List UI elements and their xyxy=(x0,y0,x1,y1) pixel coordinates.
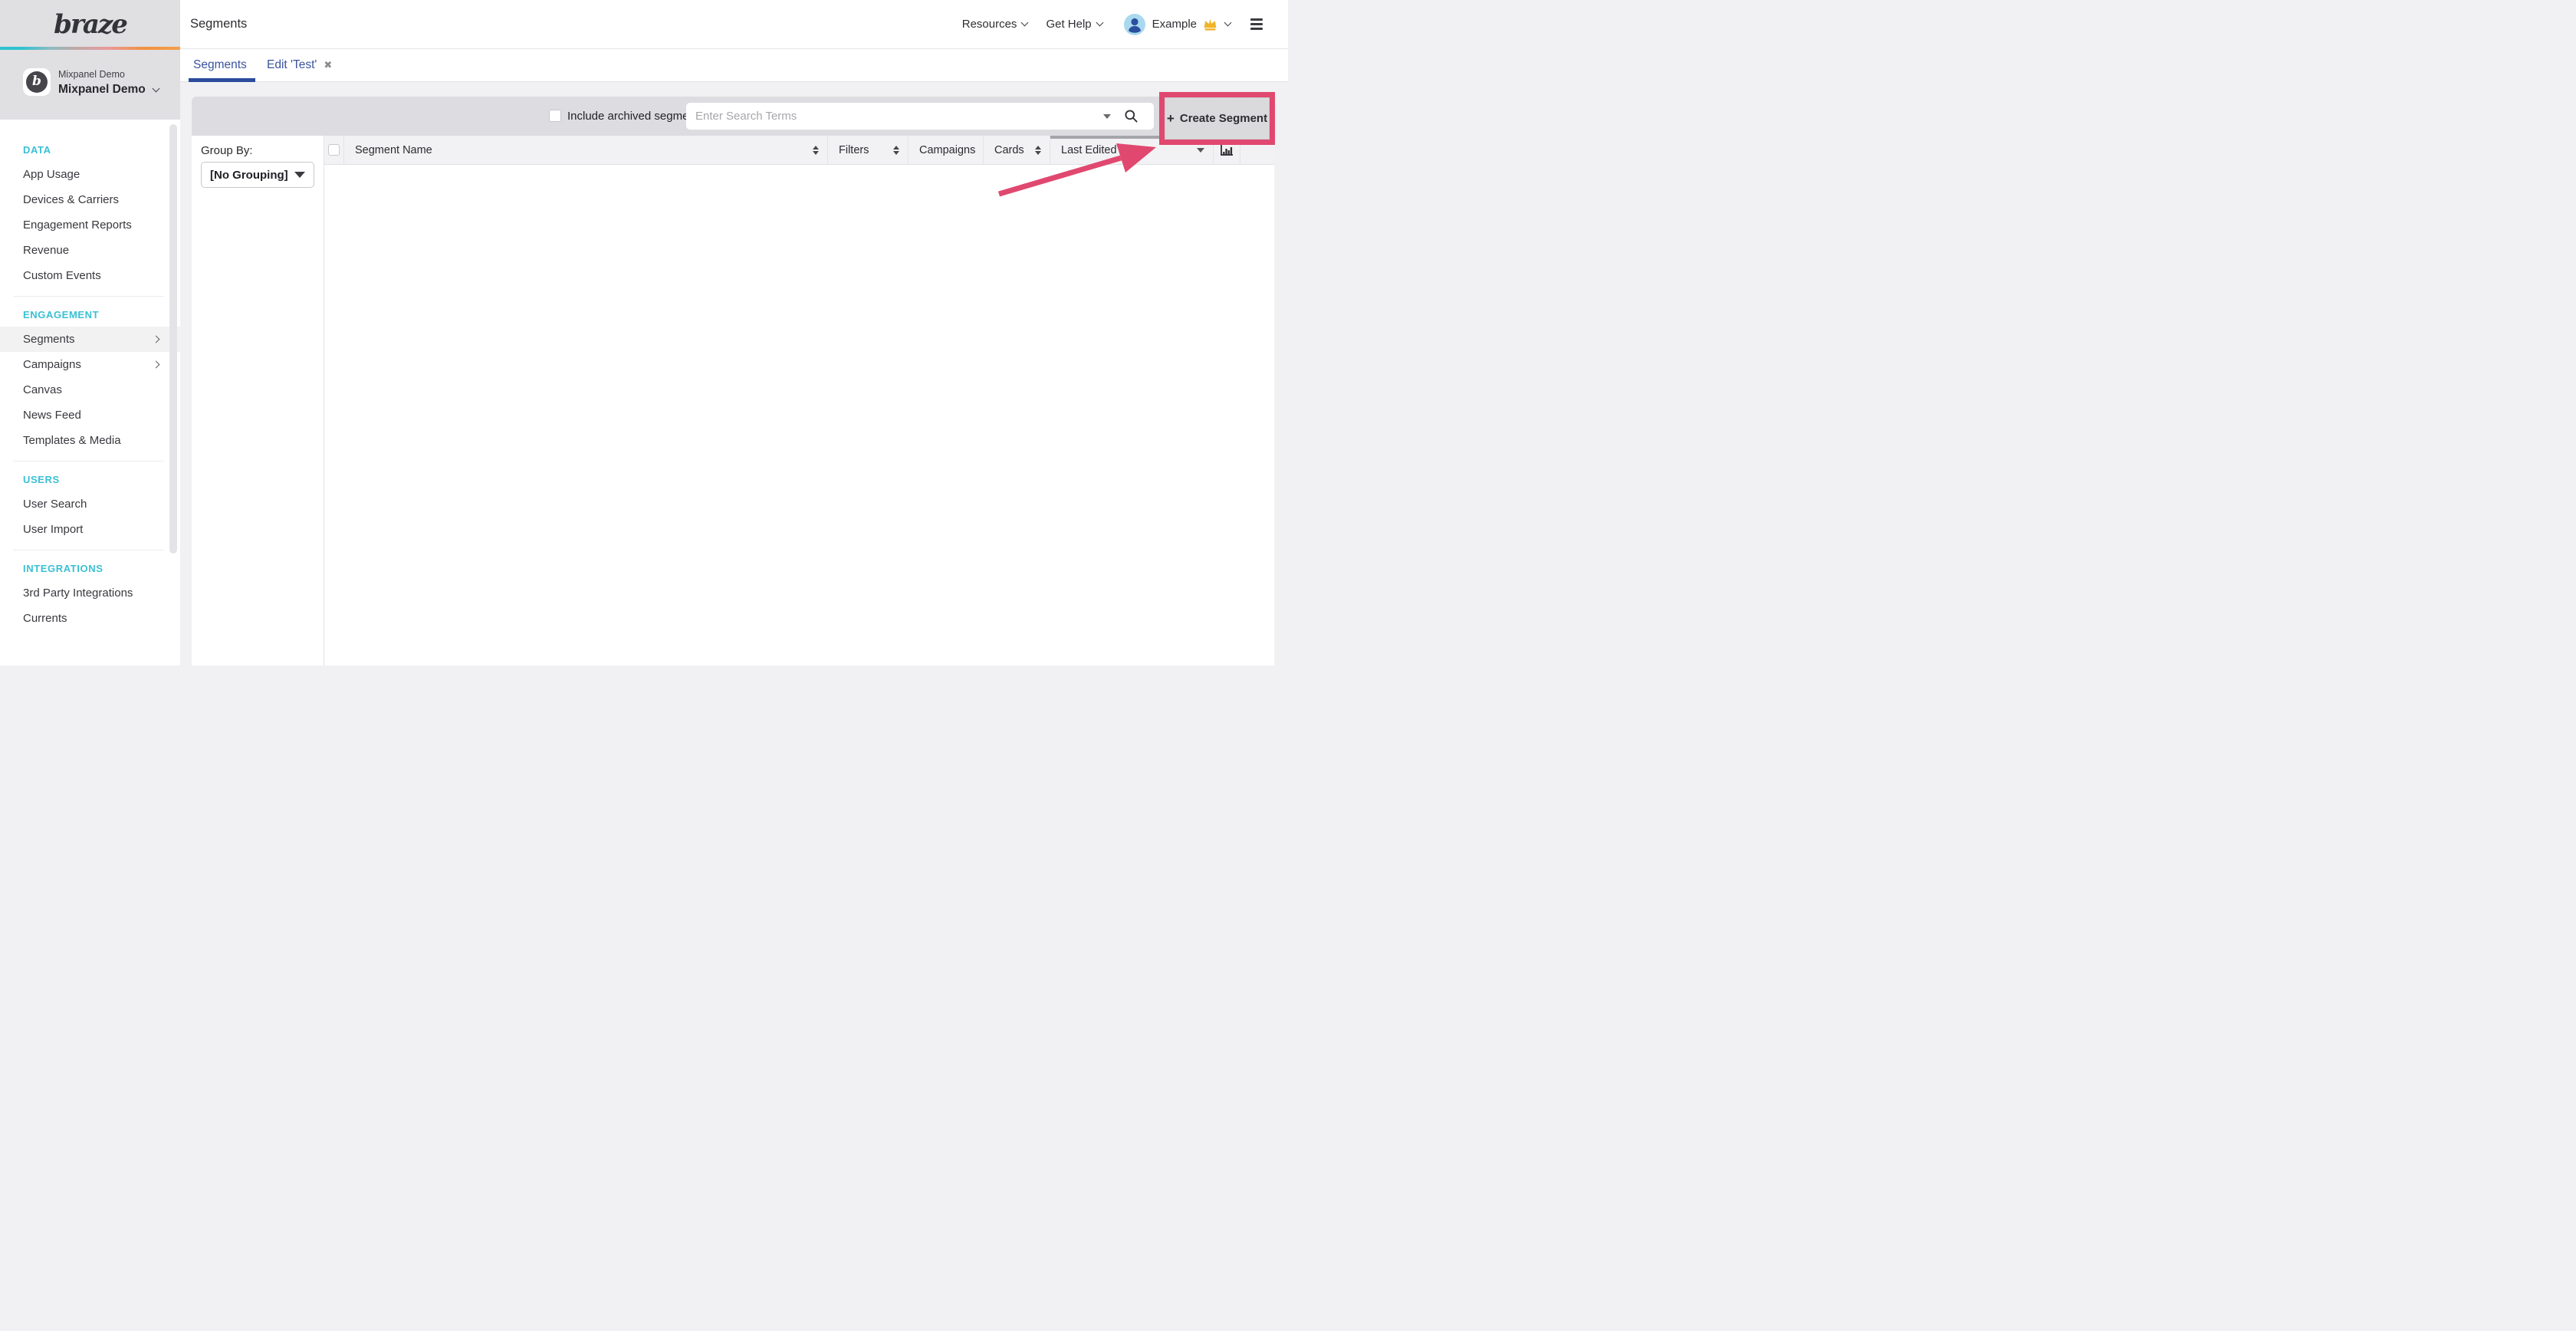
sidebar-item-user-import[interactable]: User Import xyxy=(0,517,180,542)
chevron-right-icon xyxy=(153,336,160,343)
select-all-cell xyxy=(324,136,344,164)
search-dropdown-caret-icon[interactable] xyxy=(1103,114,1111,119)
sidebar-item-app-usage[interactable]: App Usage xyxy=(0,162,180,187)
close-icon[interactable]: ✖ xyxy=(324,59,332,71)
group-by-select[interactable]: [No Grouping] xyxy=(201,162,314,188)
workspace-group-label: Mixpanel Demo xyxy=(58,69,125,80)
search-icon[interactable] xyxy=(1124,109,1138,123)
segments-content: Include archived segments Group By: [No … xyxy=(192,97,1274,666)
braze-dashboard: braze b Mixpanel Demo Mixpanel Demo DATA… xyxy=(0,0,1288,666)
chevron-down-icon xyxy=(1096,19,1103,27)
sidebar-item-3rd-party-integrations[interactable]: 3rd Party Integrations xyxy=(0,580,180,606)
resources-menu[interactable]: Resources xyxy=(962,18,1028,31)
workspace-monogram-icon: b xyxy=(26,71,48,93)
sort-icon[interactable] xyxy=(813,146,819,155)
sort-icon[interactable] xyxy=(1035,146,1041,155)
section-title-data: DATA xyxy=(23,144,180,156)
sidebar: braze b Mixpanel Demo Mixpanel Demo DATA… xyxy=(0,0,180,666)
sidebar-item-campaigns[interactable]: Campaigns xyxy=(0,352,180,377)
tab-segments[interactable]: Segments xyxy=(193,49,247,81)
chevron-down-icon[interactable] xyxy=(1224,19,1232,27)
segments-table-header: Segment Name Filters Campaigns Cards Las… xyxy=(324,136,1274,165)
sidebar-item-user-search[interactable]: User Search xyxy=(0,491,180,517)
sort-icon[interactable] xyxy=(893,146,899,155)
sidebar-scrollbar[interactable] xyxy=(169,124,177,554)
search-input[interactable] xyxy=(686,103,1085,130)
segments-toolbar: Include archived segments xyxy=(192,97,1274,136)
braze-logo: braze xyxy=(0,0,180,40)
caret-down-icon xyxy=(294,172,305,178)
app-header: Segments Resources Get Help Example xyxy=(180,0,1288,49)
sidebar-item-currents[interactable]: Currents xyxy=(0,606,180,631)
workspace-name: Mixpanel Demo xyxy=(58,83,146,97)
column-cards[interactable]: Cards xyxy=(984,136,1050,164)
caret-down-icon[interactable] xyxy=(1197,148,1204,153)
sidebar-divider xyxy=(13,461,163,462)
crown-icon xyxy=(1203,18,1217,31)
annotation-highlight-box: + Create Segment xyxy=(1159,92,1275,145)
column-campaigns[interactable]: Campaigns xyxy=(909,136,984,164)
plus-icon: + xyxy=(1167,112,1175,125)
section-title-integrations: INTEGRATIONS xyxy=(23,563,180,574)
active-tab-underline xyxy=(189,78,255,82)
bar-chart-icon xyxy=(1219,143,1234,157)
user-name: Example xyxy=(1152,18,1197,31)
search-box xyxy=(686,103,1154,130)
sidebar-item-engagement-reports[interactable]: Engagement Reports xyxy=(0,212,180,238)
select-all-checkbox[interactable] xyxy=(328,144,340,156)
include-archived-checkbox[interactable] xyxy=(549,110,561,122)
get-help-menu[interactable]: Get Help xyxy=(1046,18,1102,31)
column-filters[interactable]: Filters xyxy=(828,136,909,164)
column-segment-name[interactable]: Segment Name xyxy=(344,136,828,164)
workspace-icon: b xyxy=(23,68,51,96)
chevron-down-icon xyxy=(152,84,159,92)
group-by-panel: Group By: [No Grouping] xyxy=(192,136,324,666)
sidebar-item-devices-carriers[interactable]: Devices & Carriers xyxy=(0,187,180,212)
sidebar-item-custom-events[interactable]: Custom Events xyxy=(0,263,180,288)
chevron-right-icon xyxy=(153,361,160,369)
sidebar-item-segments[interactable]: Segments xyxy=(0,327,180,352)
section-title-users: USERS xyxy=(23,474,180,485)
hamburger-menu-icon[interactable] xyxy=(1250,18,1263,30)
sidebar-item-news-feed[interactable]: News Feed xyxy=(0,403,180,428)
workspace-switcher[interactable]: b Mixpanel Demo Mixpanel Demo xyxy=(0,51,180,120)
group-by-label: Group By: xyxy=(201,144,253,157)
tab-edit-test[interactable]: Edit 'Test' ✖ xyxy=(267,49,332,81)
sidebar-item-canvas[interactable]: Canvas xyxy=(0,377,180,403)
chevron-down-icon xyxy=(1021,19,1029,27)
page-title: Segments xyxy=(190,17,247,31)
sidebar-nav: DATA App Usage Devices & Carriers Engage… xyxy=(0,120,180,631)
tab-bar: Segments Edit 'Test' ✖ xyxy=(180,49,1288,82)
section-title-engagement: ENGAGEMENT xyxy=(23,309,180,320)
create-segment-button[interactable]: + Create Segment xyxy=(1165,97,1270,140)
sidebar-divider xyxy=(13,296,163,297)
user-avatar[interactable] xyxy=(1124,14,1145,35)
sidebar-header: braze b Mixpanel Demo Mixpanel Demo xyxy=(0,0,180,120)
sidebar-item-revenue[interactable]: Revenue xyxy=(0,238,180,263)
sidebar-item-templates-media[interactable]: Templates & Media xyxy=(0,428,180,453)
brand-gradient-bar xyxy=(0,47,180,50)
include-archived-label: Include archived segments xyxy=(567,97,704,136)
